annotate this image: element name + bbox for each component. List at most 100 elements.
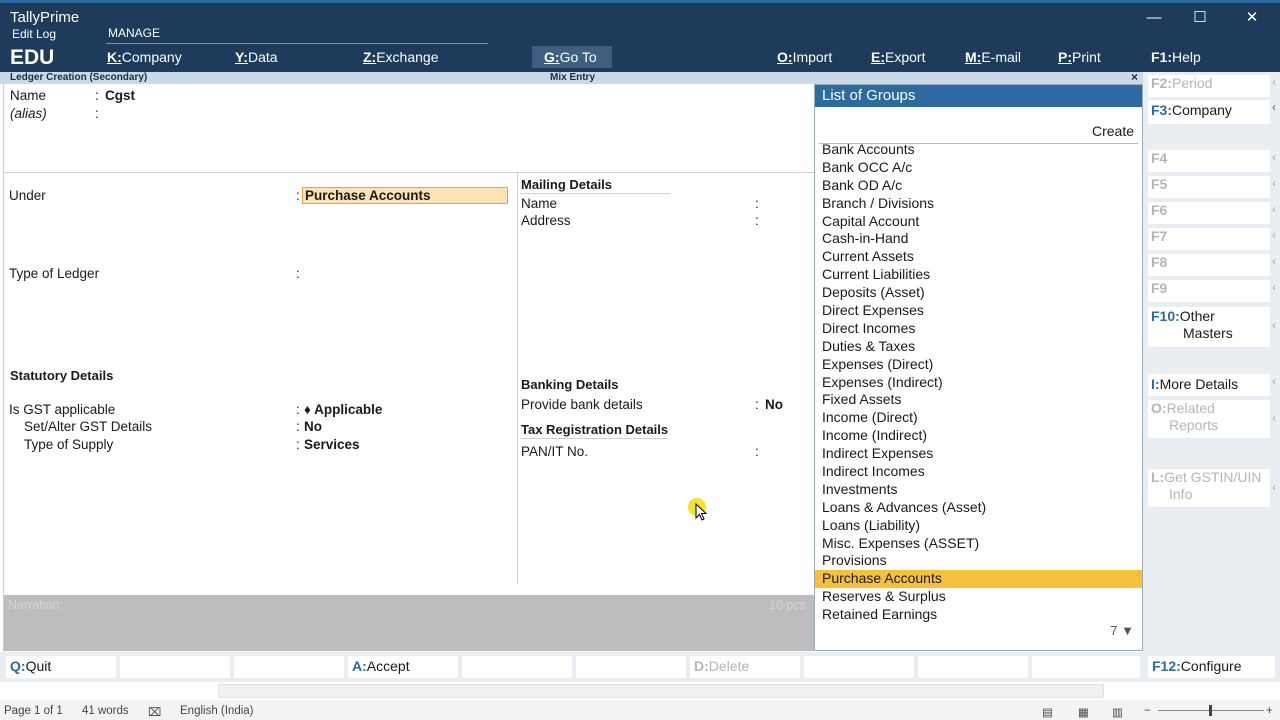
group-list-item[interactable]: Retained Earnings <box>815 606 1142 624</box>
horizontal-scrollbar[interactable] <box>218 684 1104 698</box>
name-colon: : <box>95 88 99 103</box>
set-alter-gst-value[interactable]: No <box>304 419 322 434</box>
group-list-item[interactable]: Investments <box>815 481 1142 499</box>
group-list-item[interactable]: Purchase Accounts <box>815 570 1142 589</box>
group-list-item[interactable]: Bank OD A/c <box>815 177 1142 195</box>
under-field[interactable]: Purchase Accounts <box>302 187 508 204</box>
tax-underline <box>520 438 668 439</box>
bottom-button-bar: Q:Quit A:Accept D:Delete F12:Configure <box>0 652 1280 682</box>
create-group-button[interactable]: Create <box>1092 123 1134 139</box>
provide-bank-value[interactable]: No <box>765 397 783 412</box>
group-list-item[interactable]: Capital Account <box>815 213 1142 231</box>
name-label: Name <box>10 88 47 103</box>
chevron-left-icon: ‹ <box>1272 150 1276 164</box>
menu-email[interactable]: M:E-mail <box>965 49 1021 65</box>
menu-export[interactable]: E:Export <box>871 49 925 65</box>
close-window-icon[interactable]: ✕ <box>1242 8 1262 26</box>
group-list-item[interactable]: Bank Accounts <box>815 141 1142 159</box>
minimize-icon[interactable]: — <box>1144 9 1164 26</box>
group-list-item[interactable]: Bank OCC A/c <box>815 159 1142 177</box>
group-list-item[interactable]: Provisions <box>815 552 1142 570</box>
mailing-name-colon: : <box>755 196 759 211</box>
f3-company-button[interactable]: F3:Company ‹ <box>1148 100 1276 124</box>
language-label[interactable]: English (India) <box>180 705 254 717</box>
narration-label: Narration: <box>8 598 63 612</box>
f12-configure-button[interactable]: F12:Configure <box>1148 656 1275 678</box>
more-details-button[interactable]: I:More Details ‹ <box>1148 374 1276 396</box>
group-list-item[interactable]: Cash-in-Hand <box>815 230 1142 248</box>
bottom-empty-4[interactable] <box>576 656 686 678</box>
group-list-item[interactable]: Current Assets <box>815 248 1142 266</box>
bottom-empty-3[interactable] <box>462 656 572 678</box>
screen-title: Ledger Creation (Secondary) <box>10 72 148 83</box>
f2-period-button[interactable]: F2:Period ‹ <box>1148 75 1276 97</box>
bottom-empty-7[interactable] <box>1032 656 1140 678</box>
f6-button[interactable]: F6 ‹ <box>1148 202 1276 224</box>
page-count: Page 1 of 1 <box>4 705 63 717</box>
chevron-left-icon: ‹ <box>1272 411 1276 425</box>
read-mode-icon[interactable]: ▤ <box>1042 705 1053 719</box>
menu-company[interactable]: K:Company <box>107 49 182 65</box>
f7-button[interactable]: F7 ‹ <box>1148 228 1276 250</box>
edition-label: EDU <box>10 46 55 69</box>
group-list-item[interactable]: Indirect Expenses <box>815 445 1142 463</box>
print-layout-icon[interactable]: ▦ <box>1078 705 1089 719</box>
bottom-empty-2[interactable] <box>234 656 344 678</box>
type-of-supply-label: Type of Supply <box>24 437 114 452</box>
group-list-item[interactable]: Misc. Expenses (ASSET) <box>815 535 1142 553</box>
menu-print[interactable]: P:Print <box>1058 49 1101 65</box>
group-list-item[interactable]: Direct Incomes <box>815 320 1142 338</box>
f5-button[interactable]: F5 ‹ <box>1148 176 1276 198</box>
group-list-item[interactable]: Direct Expenses <box>815 302 1142 320</box>
menu-data[interactable]: Y:Data <box>235 49 278 65</box>
group-list-item[interactable]: Deposits (Asset) <box>815 284 1142 302</box>
column-divider <box>517 172 518 584</box>
group-list-item[interactable]: Expenses (Indirect) <box>815 374 1142 392</box>
zoom-out-icon[interactable]: − <box>1144 705 1151 717</box>
accept-button[interactable]: A:Accept <box>348 656 458 678</box>
zoom-in-icon[interactable]: + <box>1266 705 1273 717</box>
menu-import[interactable]: O:Import <box>777 49 832 65</box>
mode-label: MANAGE <box>108 26 161 40</box>
gst-colon: : <box>296 402 300 417</box>
edit-log-label[interactable]: Edit Log <box>12 27 56 41</box>
proofing-icon[interactable]: ⌧ <box>148 705 161 719</box>
name-field[interactable]: Cgst <box>105 88 135 103</box>
pan-colon: : <box>755 444 759 459</box>
maximize-icon[interactable]: ☐ <box>1190 8 1210 26</box>
close-screen-icon[interactable]: × <box>1131 70 1138 84</box>
group-list-item[interactable]: Reserves & Surplus <box>815 588 1142 606</box>
menu-exchange[interactable]: Z:Exchange <box>363 49 439 65</box>
group-list-item[interactable]: Income (Indirect) <box>815 427 1142 445</box>
get-gstin-button[interactable]: L:Get GSTIN/UIN Info ‹ <box>1148 469 1276 507</box>
word-count: 41 words <box>82 705 129 717</box>
group-list-item[interactable]: Duties & Taxes <box>815 338 1142 356</box>
chevron-left-icon: ‹ <box>1272 100 1276 114</box>
delete-button[interactable]: D:Delete <box>690 656 800 678</box>
group-list-item[interactable]: Fixed Assets <box>815 391 1142 409</box>
accent-strip <box>0 0 1280 3</box>
f10-other-masters-button[interactable]: F10:Other Masters ‹ <box>1148 307 1276 347</box>
related-reports-button[interactable]: O:Related Reports ‹ <box>1148 400 1276 438</box>
zoom-slider-thumb[interactable] <box>1209 705 1212 716</box>
group-list-item[interactable]: Indirect Incomes <box>815 463 1142 481</box>
bottom-empty-5[interactable] <box>804 656 914 678</box>
group-list-item[interactable]: Branch / Divisions <box>815 195 1142 213</box>
group-list-item[interactable]: Loans & Advances (Asset) <box>815 499 1142 517</box>
menu-help[interactable]: F1:Help <box>1151 49 1201 65</box>
more-items-indicator[interactable]: 7 ▼ <box>1110 623 1134 638</box>
group-list-item[interactable]: Current Liabilities <box>815 266 1142 284</box>
bottom-empty-6[interactable] <box>918 656 1028 678</box>
f8-button[interactable]: F8 ‹ <box>1148 254 1276 276</box>
group-list-item[interactable]: Expenses (Direct) <box>815 356 1142 374</box>
f4-button[interactable]: F4 ‹ <box>1148 150 1276 172</box>
type-of-supply-value[interactable]: Services <box>304 437 360 452</box>
group-list-item[interactable]: Loans (Liability) <box>815 517 1142 535</box>
menu-goto[interactable]: G:Go To <box>532 46 612 68</box>
web-layout-icon[interactable]: ▥ <box>1112 705 1123 719</box>
gst-applicable-value[interactable]: ♦ Applicable <box>304 402 382 417</box>
bottom-empty-1[interactable] <box>120 656 230 678</box>
quit-button[interactable]: Q:Quit <box>6 656 116 678</box>
group-list-item[interactable]: Income (Direct) <box>815 409 1142 427</box>
f9-button[interactable]: F9 ‹ <box>1148 280 1276 302</box>
